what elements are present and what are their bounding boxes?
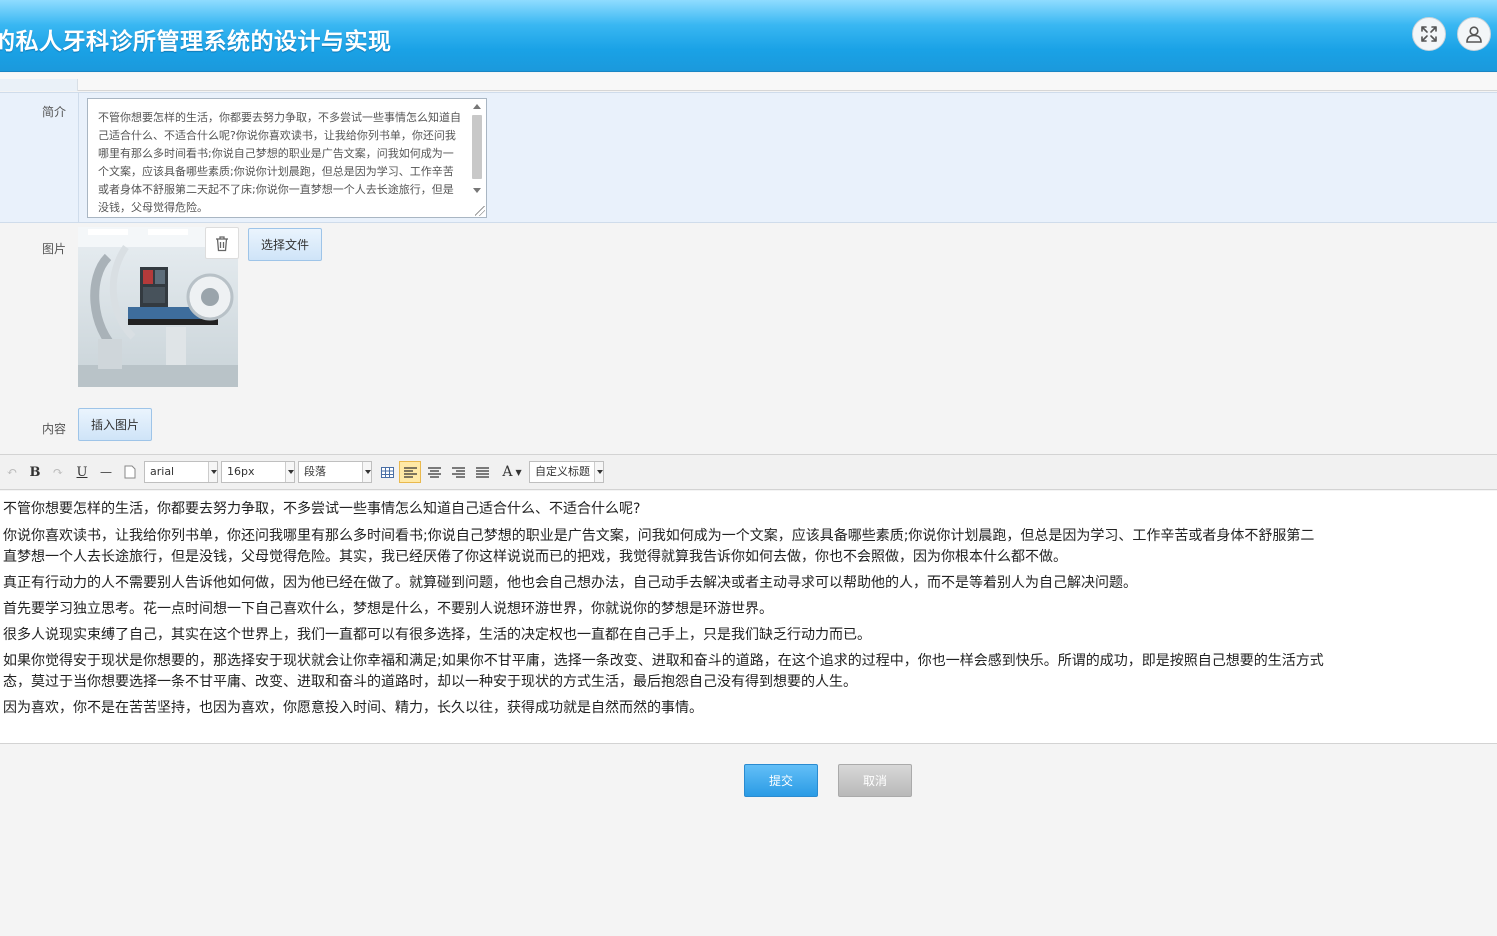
expand-icon [1421, 26, 1437, 42]
user-icon [1466, 26, 1482, 43]
align-justify-icon [475, 466, 489, 478]
app-window: 的私人牙科诊所管理系统的设计与实现 简介 不管你想要怎样的生活，你都要去努力争取… [0, 0, 1497, 936]
header-bar: 的私人牙科诊所管理系统的设计与实现 [0, 0, 1497, 72]
intro-textarea[interactable]: 不管你想要怎样的生活，你都要去努力争取，不多尝试一些事情怎么知道自己适合什么、不… [87, 98, 487, 218]
submit-button[interactable]: 提交 [744, 764, 818, 797]
align-center-button[interactable] [423, 461, 445, 483]
table-button[interactable] [376, 461, 398, 483]
bold-button[interactable]: B [26, 461, 44, 483]
editor-paragraph: 你说你喜欢读书，让我给你列书单，你还问我哪里有那么多时间看书;你说自己梦想的职业… [3, 528, 1315, 544]
user-menu-button[interactable] [1457, 17, 1491, 51]
chevron-down-icon [208, 462, 217, 482]
paragraph-value: 段落 [304, 465, 326, 478]
font-color-button[interactable]: A ▼ [499, 461, 525, 483]
editor-paragraph: 首先要学习独立思考。花一点时间想一下自己喜欢什么，梦想是什么，不要别人说想环游世… [3, 601, 773, 617]
horizontal-rule-button[interactable]: — [97, 461, 115, 483]
editor-paragraph: 态，莫过于当你想要选择一条不甘平庸、改变、进取和奋斗的道路时，却以一种安于现状的… [3, 674, 857, 690]
blank-page-button[interactable] [122, 461, 138, 483]
scroll-thumb[interactable] [472, 115, 482, 179]
intro-text: 不管你想要怎样的生活，你都要去努力争取，不多尝试一些事情怎么知道自己适合什么、不… [98, 111, 461, 214]
scroll-up-icon[interactable] [473, 104, 481, 109]
sub-header-strip [0, 73, 1497, 91]
font-family-value: arial [150, 465, 175, 478]
editor-paragraph: 不管你想要怎样的生活，你都要去努力争取，不多尝试一些事情怎么知道自己适合什么、不… [3, 501, 641, 517]
fullscreen-button[interactable] [1412, 17, 1446, 51]
choose-file-button[interactable]: 选择文件 [248, 228, 322, 261]
intro-label-cell: 简介 [0, 93, 79, 222]
trash-icon [216, 235, 228, 251]
intro-scrollbar[interactable] [470, 101, 484, 215]
editor-paragraph: 因为喜欢，你不是在苦苦坚持，也因为喜欢，你愿意投入时间、精力，长久以往，获得成功… [3, 700, 703, 716]
font-size-select[interactable]: 16px [221, 461, 295, 483]
editor-paragraph: 很多人说现实束缚了自己，其实在这个世界上，我们一直都可以有很多选择，生活的决定权… [3, 627, 871, 643]
custom-heading-value: 自定义标题 [535, 465, 590, 478]
underline-button[interactable]: U [73, 461, 91, 483]
align-center-icon [427, 466, 441, 478]
chevron-down-icon [285, 462, 294, 482]
resize-grip-icon[interactable] [475, 206, 485, 216]
image-label: 图片 [42, 242, 67, 256]
align-right-icon [451, 466, 465, 478]
align-left-icon [403, 466, 417, 478]
content-label: 内容 [42, 422, 67, 436]
chevron-down-icon [594, 462, 603, 482]
paragraph-select[interactable]: 段落 [298, 461, 372, 483]
editor-paragraph: 真正有行动力的人不需要别人告诉他如何做，因为他已经在做了。就算碰到问题，他也会自… [3, 575, 1137, 591]
intro-row: 简介 不管你想要怎样的生活，你都要去努力争取，不多尝试一些事情怎么知道自己适合什… [0, 92, 1497, 223]
align-left-button[interactable] [399, 461, 421, 483]
font-color-icon: A [502, 464, 513, 480]
delete-image-button[interactable] [205, 227, 239, 259]
page-icon [124, 465, 136, 479]
chevron-down-icon [362, 462, 371, 482]
editor-toolbar: ↶ B ↷ U — arial 16px 段落 A ▼ 自定义标题 [0, 454, 1497, 490]
scroll-down-icon[interactable] [473, 188, 481, 193]
font-family-select[interactable]: arial [144, 461, 218, 483]
font-size-value: 16px [227, 465, 255, 478]
table-icon [380, 466, 394, 478]
rich-text-editor[interactable]: 不管你想要怎样的生活，你都要去努力争取，不多尝试一些事情怎么知道自己适合什么、不… [0, 491, 1497, 744]
redo-icon[interactable]: ↷ [50, 461, 66, 483]
page-title: 的私人牙科诊所管理系统的设计与实现 [0, 29, 392, 55]
align-right-button[interactable] [447, 461, 469, 483]
cancel-button[interactable]: 取消 [838, 764, 912, 797]
editor-paragraph: 直梦想一个人去长途旅行，但是没钱，父母觉得危险。其实，我已经厌倦了你这样说说而已… [3, 549, 1067, 565]
intro-label: 简介 [42, 105, 67, 119]
editor-paragraph: 如果你觉得安于现状是你想要的，那选择安于现状就会让你幸福和满足;如果你不甘平庸，… [3, 653, 1324, 669]
custom-heading-select[interactable]: 自定义标题 [529, 461, 604, 483]
align-justify-button[interactable] [471, 461, 493, 483]
insert-image-button[interactable]: 插入图片 [78, 408, 152, 441]
chevron-down-icon: ▼ [515, 467, 522, 477]
strip-tab [0, 79, 78, 91]
undo-icon[interactable]: ↶ [4, 461, 20, 483]
